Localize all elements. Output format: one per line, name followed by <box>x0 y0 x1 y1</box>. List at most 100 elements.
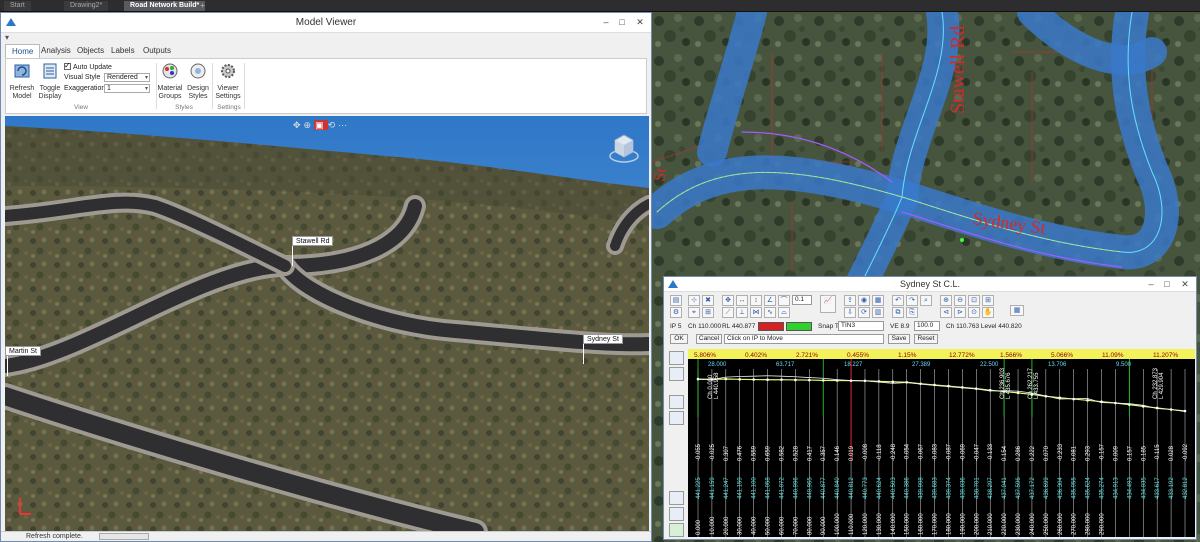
3d-terrain-render <box>5 116 649 532</box>
tab-outputs[interactable]: Outputs <box>137 44 177 58</box>
add-ip-icon[interactable]: ⊹ <box>688 295 700 306</box>
undo-icon[interactable]: ↶ <box>892 295 904 306</box>
profile-tool-4-icon[interactable] <box>669 411 684 425</box>
ribbon-panel: Refresh Model Toggle Display Auto Update… <box>5 58 647 114</box>
print-icon[interactable]: ▤ <box>670 295 682 306</box>
join-icon[interactable]: ⋈ <box>750 307 762 318</box>
split-icon[interactable]: ⟂ <box>736 307 748 318</box>
model-viewer-titlebar[interactable]: Model Viewer – □ ✕ <box>1 13 651 33</box>
zoom-previous-icon[interactable]: ⊲ <box>940 307 952 318</box>
zoom-extents-icon[interactable]: ⊞ <box>982 295 994 306</box>
copy-icon[interactable]: ⧉ <box>892 307 904 318</box>
accept-icon[interactable] <box>669 523 684 537</box>
quick-access-dropdown-icon[interactable]: ▾ <box>5 33 9 42</box>
profile-tool-6-icon[interactable] <box>669 507 684 521</box>
find-icon[interactable]: ⌕ <box>920 295 932 306</box>
cut-fill-value: 0.659 <box>766 445 772 461</box>
profile-chart-icon[interactable]: 📈 <box>820 295 836 313</box>
move-vertical-icon[interactable]: ↕ <box>750 295 762 306</box>
zoom-out-icon[interactable]: ⊖ <box>954 295 966 306</box>
refresh-icon[interactable]: ⟳ <box>858 307 870 318</box>
chainage-value: 170.000 <box>933 513 939 535</box>
refresh-model-button[interactable]: Refresh Model <box>8 62 36 101</box>
sections-icon[interactable]: ▥ <box>872 307 884 318</box>
move-horizontal-icon[interactable]: ↔ <box>736 295 748 306</box>
level-callout: L 440.958 <box>714 372 720 399</box>
select-icon[interactable]: ▣ <box>314 120 328 130</box>
chainage-value: 260.000 <box>1058 513 1064 535</box>
styles-group-label: Styles <box>175 104 193 111</box>
vc-icon[interactable]: ⌒ <box>778 295 790 306</box>
zoom-next-icon[interactable]: ⊳ <box>954 307 966 318</box>
curve-icon[interactable]: ∿ <box>764 307 776 318</box>
scale-select[interactable]: 100.0 <box>914 321 940 331</box>
vc-length-label: 63.717 <box>776 362 795 368</box>
zoom-window-icon[interactable]: ⊡ <box>968 295 980 306</box>
profile-tool-3-icon[interactable] <box>669 395 684 409</box>
zoom-step-input[interactable]: 0.1 <box>792 295 812 305</box>
view-cube-icon[interactable] <box>609 130 639 164</box>
tab-drawing2[interactable]: Drawing2* <box>64 1 109 11</box>
grid-icon[interactable]: ▦ <box>1010 305 1024 316</box>
pan-icon[interactable]: ✥ <box>293 120 304 130</box>
settings-icon[interactable]: ⚙ <box>670 307 682 318</box>
auto-update-checkbox[interactable]: Auto Update <box>64 61 112 71</box>
maximize-icon[interactable]: □ <box>1160 278 1174 290</box>
cut-fill-value: 0.028 <box>1169 445 1175 461</box>
minimize-icon[interactable]: – <box>599 16 613 28</box>
delete-ip-icon[interactable]: ✖ <box>702 295 714 306</box>
tab-labels[interactable]: Labels <box>105 44 141 58</box>
colour-swatch-red[interactable] <box>758 322 784 331</box>
layer-icon[interactable]: ▦ <box>872 295 884 306</box>
export-icon[interactable]: ⇩ <box>844 307 856 318</box>
paste-icon[interactable]: ⎘ <box>906 307 918 318</box>
line-icon[interactable]: ⟋ <box>722 307 734 318</box>
grade-icon[interactable]: ∠ <box>764 295 776 306</box>
exaggeration-select[interactable]: 1 ▾ <box>104 84 150 93</box>
toggle-display-button[interactable]: Toggle Display <box>36 62 64 101</box>
tab-road-network-build[interactable]: Road Network Build* <box>124 1 206 11</box>
zoom-icon[interactable]: ⊕ <box>304 120 315 130</box>
colour-swatch-green[interactable] <box>786 322 812 331</box>
design-styles-button[interactable]: Design Styles <box>184 62 212 101</box>
ok-button[interactable]: OK <box>670 334 688 344</box>
redo-icon[interactable]: ↷ <box>906 295 918 306</box>
ip-number: IP 5 <box>670 323 682 330</box>
profile-tool-2-icon[interactable] <box>669 367 684 381</box>
more-icon[interactable]: ⋯ <box>338 120 350 130</box>
viewer-settings-button[interactable]: Viewer Settings <box>214 62 242 101</box>
profile-tool-5-icon[interactable] <box>669 491 684 505</box>
snap-to-select[interactable]: TIN3 <box>838 321 884 331</box>
import-icon[interactable]: ⇪ <box>844 295 856 306</box>
3d-viewport[interactable]: ✥⊕▣⟲⋯ Stawell Rd Sydney St Martin St <box>5 116 649 532</box>
maximize-icon[interactable]: □ <box>615 16 629 28</box>
longitudinal-section-chart[interactable]: 5.806% 0.402% 2.721% 0.455% 1.15% 12.772% 1.56… <box>688 349 1195 537</box>
command-prompt-field[interactable]: Click on IP to Move <box>724 334 884 344</box>
profile-point <box>1114 401 1117 405</box>
profile-point <box>1086 399 1089 402</box>
move-ip-icon[interactable]: ✥ <box>722 295 734 306</box>
visual-style-select[interactable]: Rendered ▾ <box>104 73 150 82</box>
zoom-all-icon[interactable]: ⊙ <box>968 307 980 318</box>
cancel-button[interactable]: Cancel <box>696 334 722 344</box>
save-button[interactable]: Save <box>888 334 910 344</box>
new-tab-icon[interactable]: + <box>198 1 207 11</box>
profile-editor-titlebar[interactable]: Sydney St C.L. – □ ✕ <box>664 277 1196 292</box>
pan-view-icon[interactable]: ✋ <box>982 307 994 318</box>
reset-button[interactable]: Reset <box>914 334 938 344</box>
design-level-value: 435.624 <box>1086 477 1092 499</box>
color-icon[interactable]: ◉ <box>858 295 870 306</box>
close-icon[interactable]: ✕ <box>633 16 647 28</box>
minimize-icon[interactable]: – <box>1144 278 1158 290</box>
tab-start[interactable]: Start <box>4 1 31 11</box>
material-groups-button[interactable]: Material Groups <box>156 62 184 101</box>
zoom-in-icon[interactable]: ⊕ <box>940 295 952 306</box>
profile-tool-1-icon[interactable] <box>669 351 684 365</box>
snap-icon[interactable]: ⌖ <box>688 307 700 318</box>
insert-icon[interactable]: ⊞ <box>702 307 714 318</box>
profile-point <box>1044 394 1048 398</box>
viewport-nav-toolbar[interactable]: ✥⊕▣⟲⋯ <box>293 120 350 131</box>
close-icon[interactable]: ✕ <box>1178 278 1192 290</box>
vertical-curve-icon[interactable]: ⌓ <box>778 307 790 318</box>
orbit-icon[interactable]: ⟲ <box>328 120 339 130</box>
